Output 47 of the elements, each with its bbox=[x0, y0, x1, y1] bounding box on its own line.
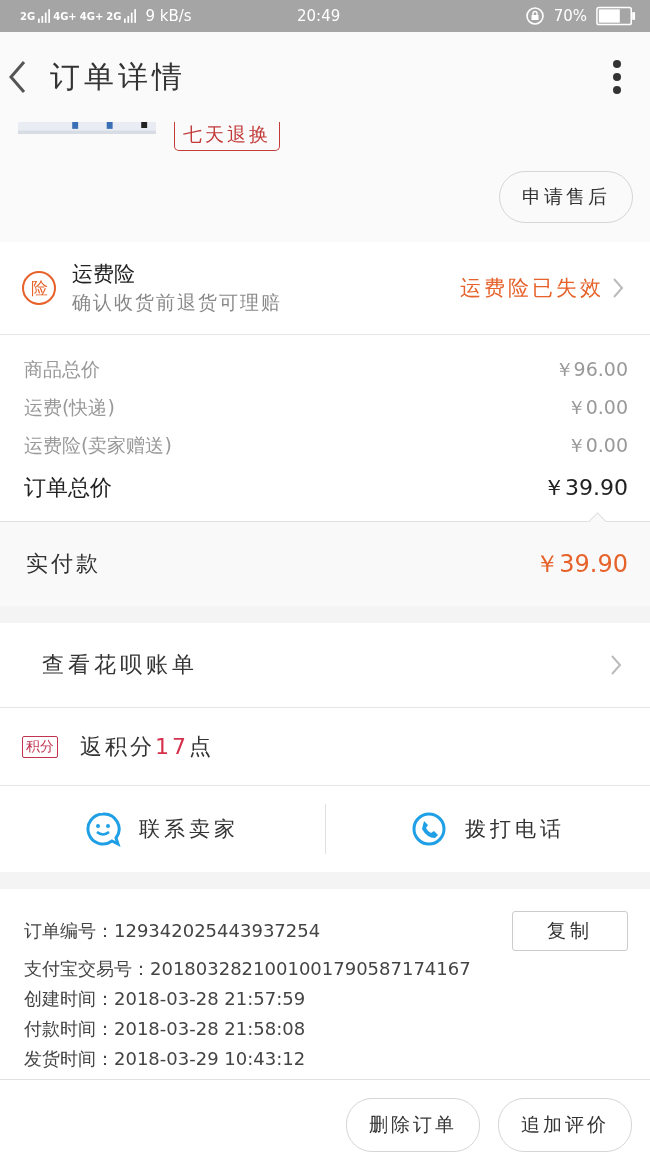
paid-amount: ￥39.90 bbox=[535, 549, 628, 580]
return-policy-tag: 七天退换 bbox=[174, 122, 280, 151]
more-icon[interactable] bbox=[612, 59, 622, 95]
points-text: 返积分 17 点 bbox=[80, 732, 214, 761]
page-title: 订单详情 bbox=[50, 57, 187, 96]
network-label: 2G bbox=[106, 10, 122, 22]
network-label: 4G+ bbox=[53, 10, 77, 22]
network-speed: 9 kB/s bbox=[145, 7, 192, 25]
price-value: ￥0.00 bbox=[566, 433, 628, 458]
info-text: 发货时间：2018-03-29 10:43:12 bbox=[24, 1047, 306, 1071]
battery-icon bbox=[596, 6, 636, 26]
chat-icon bbox=[85, 811, 122, 847]
phone-icon bbox=[410, 811, 447, 847]
network-label: 2G bbox=[20, 10, 36, 22]
contact-button[interactable]: 拨打电话 bbox=[325, 786, 650, 872]
copy-button[interactable]: 复制 bbox=[512, 911, 628, 951]
chevron-icon bbox=[612, 277, 624, 299]
price-label: 运费险(卖家赠送) bbox=[24, 433, 172, 458]
network-label: 4G+ bbox=[79, 10, 104, 22]
info-text: 支付宝交易号：2018032821001001790587174167 bbox=[24, 957, 471, 981]
insurance-title: 运费险 bbox=[72, 261, 136, 288]
back-icon[interactable] bbox=[8, 60, 28, 94]
price-label: 运费(快递) bbox=[24, 395, 115, 420]
info-text: 订单编号：129342025443937254 bbox=[24, 919, 321, 943]
price-value: ￥96.00 bbox=[554, 357, 628, 382]
price-label: 商品总价 bbox=[24, 357, 100, 382]
huabei-label: 查看花呗账单 bbox=[42, 651, 198, 679]
after-sale-button[interactable]: 申请售后 bbox=[499, 171, 633, 223]
insurance-subtitle: 确认收货前退货可理赔 bbox=[72, 290, 283, 315]
paid-label: 实付款 bbox=[26, 550, 101, 578]
info-text: 付款时间：2018-03-28 21:58:08 bbox=[24, 1017, 306, 1041]
price-label: 订单总价 bbox=[24, 474, 112, 502]
clock: 20:49 bbox=[297, 7, 341, 25]
chevron-icon bbox=[610, 654, 622, 676]
huabei-bill-row[interactable]: 查看花呗账单 bbox=[0, 623, 650, 708]
insurance-badge: 险 bbox=[22, 271, 56, 305]
signal-icon bbox=[124, 9, 137, 23]
price-value: ￥39.90 bbox=[543, 474, 628, 502]
order-action-button[interactable]: 追加评价 bbox=[498, 1098, 632, 1152]
contact-button[interactable]: 联系卖家 bbox=[0, 786, 325, 872]
price-value: ￥0.00 bbox=[566, 395, 628, 420]
signal-icon bbox=[38, 9, 51, 23]
info-text: 创建时间：2018-03-28 21:57:59 bbox=[24, 987, 306, 1011]
battery-percent: 70% bbox=[553, 7, 587, 25]
points-badge: 积分 bbox=[22, 735, 58, 758]
order-action-button[interactable]: 删除订单 bbox=[346, 1098, 480, 1152]
rotation-lock-icon bbox=[524, 6, 545, 26]
